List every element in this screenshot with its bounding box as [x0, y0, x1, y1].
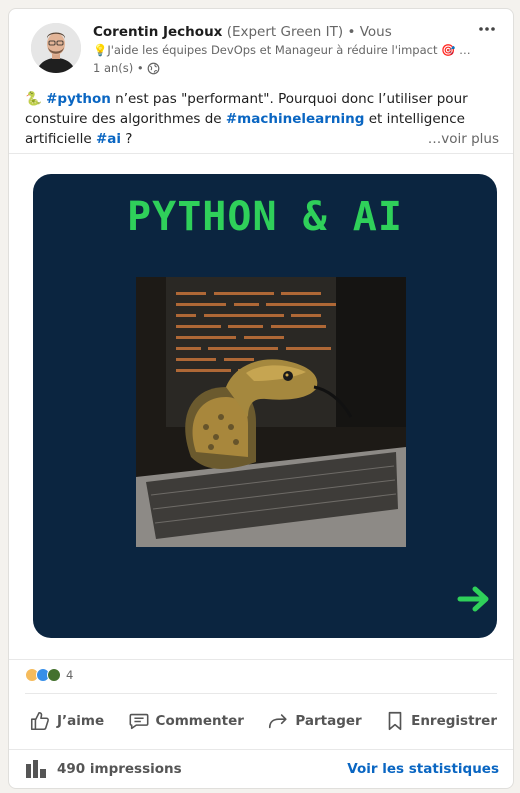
divider: [25, 693, 497, 694]
post-meta: 1 an(s) •: [93, 61, 160, 75]
save-label: Enregistrer: [411, 713, 497, 729]
avatar-image: [31, 23, 81, 73]
post-card: Corentin Jechoux (Expert Green IT) • Vou…: [8, 8, 514, 789]
share-label: Partager: [295, 713, 362, 729]
divider: [9, 749, 513, 750]
impressions-count: 490 impressions: [57, 761, 182, 777]
thumbs-up-icon: [30, 711, 49, 731]
more-options-button[interactable]: [473, 19, 501, 39]
comment-button[interactable]: Commenter: [124, 703, 248, 739]
author-role: (Expert Green IT): [226, 24, 344, 40]
python-laptop-photo: [136, 277, 406, 547]
lightbulb-icon: 💡: [93, 43, 108, 57]
headline-text: J'aide les équipes DevOps et Manageur à …: [107, 43, 473, 57]
snake-emoji: 🐍: [25, 91, 42, 107]
globe-icon: [147, 62, 160, 74]
next-slide-button[interactable]: [457, 586, 491, 612]
reactions-summary[interactable]: 4: [25, 668, 73, 682]
hashtag-python[interactable]: #python: [46, 91, 111, 107]
share-icon: [269, 714, 287, 729]
see-more-button[interactable]: …voir plus: [428, 131, 499, 147]
author-headline: 💡J'aide les équipes DevOps et Manageur à…: [93, 43, 473, 57]
support-icon: [47, 668, 61, 682]
share-button[interactable]: Partager: [263, 703, 365, 739]
hashtag-ai[interactable]: #ai: [96, 131, 121, 147]
view-statistics-link[interactable]: Voir les statistiques: [347, 761, 499, 777]
slide-title: PYTHON & AI: [127, 194, 403, 240]
author-line[interactable]: Corentin Jechoux (Expert Green IT) • Vou…: [93, 24, 392, 40]
connection-degree: • Vous: [347, 24, 392, 40]
impressions[interactable]: 490 impressions: [25, 760, 182, 778]
author-avatar[interactable]: [31, 23, 81, 73]
bar-chart-icon: [26, 760, 46, 778]
post-time: 1 an(s) •: [93, 61, 144, 75]
hashtag-machinelearning[interactable]: #machinelearning: [226, 111, 365, 127]
bookmark-icon: [388, 711, 402, 731]
arrow-right-icon: [457, 586, 489, 612]
carousel-slide[interactable]: PYTHON & AI: [33, 174, 497, 638]
divider: [9, 659, 513, 660]
comment-icon: [129, 713, 149, 730]
action-bar: J’aime Commenter Partager Enregistrer: [25, 703, 501, 739]
like-label: J’aime: [57, 713, 105, 729]
author-name[interactable]: Corentin Jechoux: [93, 24, 222, 40]
comment-label: Commenter: [155, 713, 244, 729]
ellipsis-icon: [479, 27, 495, 31]
like-button[interactable]: J’aime: [25, 703, 108, 739]
save-button[interactable]: Enregistrer: [381, 703, 501, 739]
reaction-count[interactable]: 4: [66, 668, 73, 682]
post-text-part-3: ?: [121, 131, 133, 147]
post-media[interactable]: PYTHON & AI: [9, 154, 513, 659]
